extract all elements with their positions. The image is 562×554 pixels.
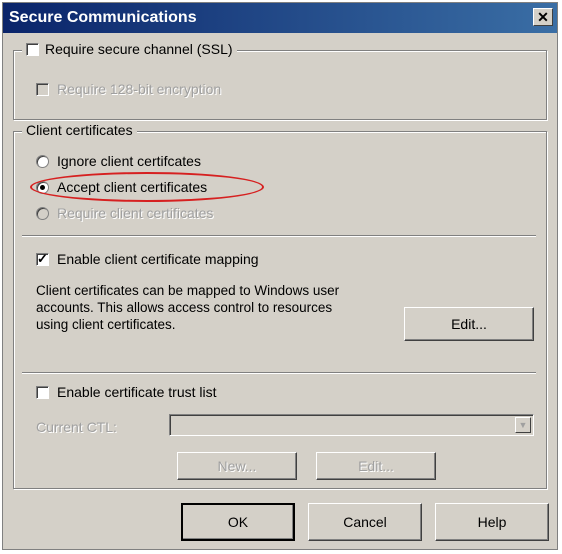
- title-bar[interactable]: Secure Communications ✕: [3, 3, 557, 33]
- help-label: Help: [477, 514, 507, 530]
- separator-2: [22, 372, 536, 374]
- mapping-description-line-2: accounts. This allows access control to …: [36, 300, 333, 315]
- current-ctl-label: Current CTL:: [36, 419, 117, 435]
- cancel-button[interactable]: Cancel: [308, 503, 422, 541]
- require-128-row: Require 128-bit encryption: [36, 81, 221, 97]
- mapping-description-line-1: Client certificates can be mapped to Win…: [36, 283, 340, 298]
- ssl-group-legend: Require secure channel (SSL): [22, 41, 237, 57]
- close-button[interactable]: ✕: [533, 8, 553, 26]
- radio-require[interactable]: [36, 206, 49, 220]
- dropdown-arrow-icon[interactable]: ▼: [515, 417, 531, 433]
- mapping-edit-button[interactable]: Edit...: [404, 307, 534, 341]
- client-certificates-title: Client certificates: [26, 122, 133, 138]
- current-ctl-select[interactable]: ▼: [169, 414, 534, 436]
- mapping-description-line-3: using client certificates.: [36, 317, 176, 332]
- enable-trust-list-label: Enable certificate trust list: [57, 384, 217, 400]
- ssl-group: Require secure channel (SSL) Require 128…: [13, 41, 547, 120]
- annotation-ellipse: [30, 172, 264, 202]
- ok-label: OK: [227, 514, 249, 530]
- enable-trust-list-checkbox[interactable]: [36, 385, 49, 399]
- require-secure-channel-checkbox[interactable]: [26, 42, 39, 56]
- ctl-new-label: New...: [217, 458, 257, 474]
- cancel-label: Cancel: [343, 514, 387, 530]
- trust-list-row[interactable]: Enable certificate trust list: [36, 384, 217, 400]
- window-title: Secure Communications: [9, 9, 197, 26]
- ok-button[interactable]: OK: [181, 503, 295, 541]
- ctl-new-button[interactable]: New...: [177, 452, 297, 480]
- enable-mapping-label: Enable client certificate mapping: [57, 251, 259, 267]
- require-128-checkbox[interactable]: [36, 82, 49, 96]
- current-ctl-row: Current CTL:: [36, 419, 117, 435]
- radio-require-row[interactable]: Require client certificates: [36, 205, 213, 221]
- close-icon: ✕: [537, 9, 549, 25]
- client-certificates-legend: Client certificates: [22, 122, 137, 138]
- radio-require-label: Require client certificates: [57, 205, 214, 221]
- enable-mapping-checkbox[interactable]: ✓: [36, 250, 49, 266]
- help-button[interactable]: Help: [435, 503, 549, 541]
- secure-communications-dialog: Secure Communications ✕ Require secure c…: [2, 2, 558, 550]
- client-certificates-group: Client certificates Ignore client certif…: [13, 122, 547, 489]
- separator-1: [22, 235, 536, 237]
- mapping-row[interactable]: ✓ Enable client certificate mapping: [36, 251, 259, 267]
- radio-ignore[interactable]: [36, 154, 49, 168]
- ctl-edit-label: Edit...: [358, 458, 394, 474]
- require-128-label: Require 128-bit encryption: [57, 81, 222, 97]
- mapping-description: Client certificates can be mapped to Win…: [36, 282, 416, 333]
- ctl-edit-button[interactable]: Edit...: [316, 452, 436, 480]
- mapping-edit-label: Edit...: [451, 316, 487, 332]
- require-secure-channel-label: Require secure channel (SSL): [45, 41, 233, 57]
- radio-ignore-row[interactable]: Ignore client certifcates: [36, 153, 201, 169]
- checkmark-icon: ✓: [37, 250, 48, 266]
- radio-ignore-label: Ignore client certifcates: [57, 153, 201, 169]
